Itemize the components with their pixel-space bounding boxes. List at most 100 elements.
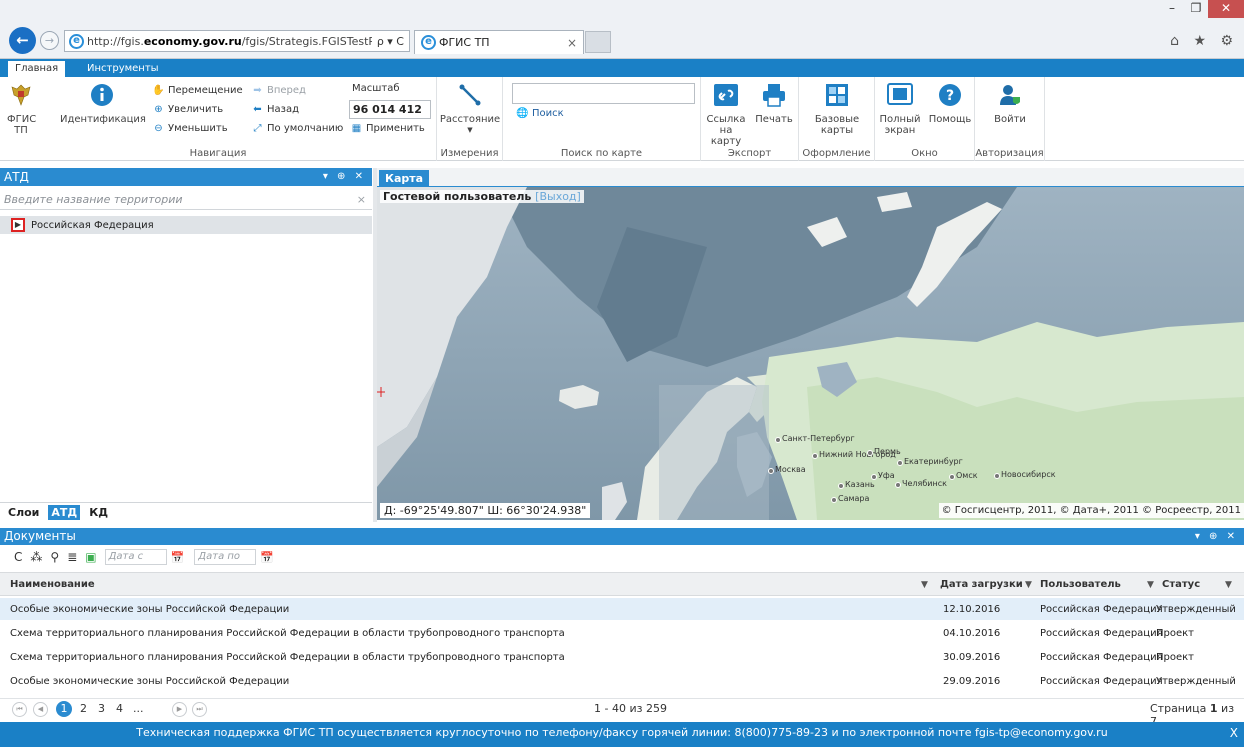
tab-layers[interactable]: Слои bbox=[5, 505, 42, 520]
search-button[interactable]: 🌐 Поиск bbox=[516, 108, 563, 119]
arrow-right-icon: ➡ bbox=[253, 85, 262, 96]
zoom-in-icon: ⊕ bbox=[154, 104, 163, 115]
calendar-icon[interactable]: 📅 bbox=[171, 551, 185, 564]
zoom-in-button[interactable]: ⊕ Увеличить bbox=[152, 104, 223, 115]
expand-icon[interactable]: ▶ bbox=[11, 218, 25, 232]
tab-close-icon[interactable]: × bbox=[567, 36, 583, 50]
back-nav-button[interactable]: ⬅ Назад bbox=[251, 104, 299, 115]
map-search-input[interactable] bbox=[512, 83, 695, 104]
auth-group: Войти Авторизация bbox=[975, 77, 1045, 161]
column-name[interactable]: Наименование bbox=[10, 573, 95, 597]
basemaps-button[interactable]: Базовые карты bbox=[803, 83, 871, 136]
page-1[interactable]: 1 bbox=[56, 701, 72, 717]
tab-main[interactable]: Главная bbox=[8, 61, 66, 77]
back-button[interactable]: ← bbox=[9, 27, 36, 54]
cell-status: Утвержденный bbox=[1156, 604, 1236, 615]
tree-item-russia[interactable]: ▶ Российская Федерация bbox=[0, 216, 372, 234]
coordinates-readout: Д: -69°25'49.807" Ш: 66°30'24.938" bbox=[380, 503, 591, 518]
design-group-label: Оформление bbox=[802, 148, 871, 159]
table-row[interactable]: Особые экономические зоны Российской Фед… bbox=[0, 670, 1244, 692]
filter-icon[interactable]: ▼ bbox=[1225, 580, 1232, 590]
ruler-icon bbox=[459, 84, 481, 106]
documents-panel-title: Документы bbox=[4, 529, 76, 543]
guest-user-label: Гостевой пользователь [Выход] bbox=[380, 190, 584, 203]
cell-status: Проект bbox=[1156, 652, 1195, 663]
table-row[interactable]: Особые экономические зоны Российской Фед… bbox=[0, 598, 1244, 620]
auth-group-label: Авторизация bbox=[975, 148, 1044, 159]
address-tools[interactable]: ρ ▾ C bbox=[372, 35, 409, 48]
tab-tools[interactable]: Инструменты bbox=[80, 61, 166, 77]
list-icon[interactable]: ≣ bbox=[67, 550, 77, 564]
close-window-button[interactable]: ✕ bbox=[1208, 0, 1244, 18]
browser-tab[interactable]: e ФГИС ТП × bbox=[414, 30, 584, 54]
chevron-down-icon: ▼ bbox=[467, 126, 473, 134]
zoom-out-button[interactable]: ⊖ Уменьшить bbox=[152, 123, 227, 134]
column-upload-date[interactable]: Дата загрузки bbox=[940, 573, 1023, 597]
table-row[interactable]: Схема территориального планирования Росс… bbox=[0, 646, 1244, 668]
next-page-button[interactable]: ▶ bbox=[172, 702, 187, 717]
filter-icon[interactable]: ▼ bbox=[1025, 580, 1032, 590]
cell-status: Проект bbox=[1156, 628, 1195, 639]
cell-user: Российская Федерация bbox=[1040, 676, 1163, 687]
forward-button[interactable]: → bbox=[40, 31, 59, 50]
table-row[interactable]: Схема территориального планирования Росс… bbox=[0, 622, 1244, 644]
tab-map[interactable]: Карта bbox=[379, 170, 430, 187]
page-more[interactable]: ... bbox=[133, 702, 144, 715]
address-bar[interactable]: e http://fgis.economy.gov.ru/fgis/Strate… bbox=[64, 30, 410, 52]
maximize-button[interactable]: ❐ bbox=[1184, 0, 1208, 18]
tree-item-label: Российская Федерация bbox=[31, 219, 154, 231]
documents-panel-controls[interactable]: ▾ ⊕ ✕ bbox=[1195, 528, 1238, 545]
search-icon[interactable]: ⚲ bbox=[50, 550, 59, 564]
date-to-input[interactable]: Дата по bbox=[194, 549, 257, 565]
filter-icon[interactable]: ▼ bbox=[921, 580, 928, 590]
pan-button[interactable]: ✋ Перемещение bbox=[152, 85, 242, 96]
page-2[interactable]: 2 bbox=[80, 702, 87, 715]
calendar-icon[interactable]: 📅 bbox=[260, 551, 274, 564]
printer-icon bbox=[763, 84, 785, 107]
city-label: Самара bbox=[830, 494, 870, 503]
first-page-button[interactable]: ⏮ bbox=[12, 702, 27, 717]
pagination: ⏮ ◀ 1 2 3 4 ... ▶ ⏭ 1 - 40 из 259 Страни… bbox=[0, 698, 1244, 728]
map-link-button[interactable]: Ссылка на карту bbox=[703, 83, 749, 147]
login-button[interactable]: Войти bbox=[979, 83, 1041, 125]
refresh-icon[interactable]: C bbox=[14, 550, 22, 564]
atd-panel-header: АТД ▾ ⊕ ✕ bbox=[0, 168, 372, 186]
print-button[interactable]: Печать bbox=[751, 83, 797, 125]
default-extent-button[interactable]: ⤢ По умолчанию bbox=[251, 123, 344, 134]
browser-toolbar-icons[interactable]: ⌂ ★ ⚙ bbox=[1170, 33, 1238, 49]
minimize-button[interactable]: – bbox=[1160, 0, 1184, 18]
territory-search-input[interactable]: Введите название территории × bbox=[0, 190, 372, 210]
forward-nav-button[interactable]: ➡ Вперед bbox=[251, 85, 306, 96]
date-from-input[interactable]: Дата с bbox=[104, 549, 167, 565]
prev-page-button[interactable]: ◀ bbox=[33, 702, 48, 717]
atd-panel-controls[interactable]: ▾ ⊕ ✕ bbox=[323, 168, 366, 186]
fgis-logo-button[interactable]: ФГИС ТП bbox=[6, 83, 36, 136]
clear-search-icon[interactable]: × bbox=[357, 190, 366, 210]
hierarchy-icon[interactable]: ⁂ bbox=[30, 550, 42, 564]
page-3[interactable]: 3 bbox=[98, 702, 105, 715]
city-label: Москва bbox=[768, 465, 806, 474]
city-label: Омск bbox=[949, 471, 978, 480]
distance-button[interactable]: Расстояние ▼ bbox=[439, 83, 501, 136]
help-button[interactable]: ? Помощь bbox=[927, 83, 973, 125]
logout-link[interactable]: [Выход] bbox=[535, 190, 581, 203]
filter-icon[interactable]: ▼ bbox=[1147, 580, 1154, 590]
close-footer-icon[interactable]: X bbox=[1230, 722, 1238, 744]
tab-atd[interactable]: АТД bbox=[48, 505, 81, 520]
identify-button[interactable]: Идентификация bbox=[60, 83, 146, 125]
map-view[interactable]: Гостевой пользователь [Выход] Санкт-Пете… bbox=[377, 187, 1244, 520]
new-tab-button[interactable] bbox=[585, 31, 611, 53]
support-footer: Техническая поддержка ФГИС ТП осуществля… bbox=[0, 722, 1244, 747]
tab-kd[interactable]: КД bbox=[86, 505, 111, 520]
export-icon[interactable]: ▣ bbox=[85, 550, 96, 564]
cell-name: Схема территориального планирования Росс… bbox=[10, 628, 565, 639]
documents-toolbar: C ⁂ ⚲ ≣ ▣ Дата с 📅 Дата по 📅 bbox=[0, 545, 1244, 569]
fullscreen-button[interactable]: Полный экран bbox=[877, 83, 923, 136]
page-4[interactable]: 4 bbox=[116, 702, 123, 715]
apply-icon: ▦ bbox=[351, 123, 362, 134]
last-page-button[interactable]: ⏭ bbox=[192, 702, 207, 717]
apply-scale-button[interactable]: ▦ Применить bbox=[350, 123, 425, 134]
column-user[interactable]: Пользователь bbox=[1040, 573, 1121, 597]
scale-input[interactable]: 96 014 412 bbox=[349, 100, 431, 119]
column-status[interactable]: Статус bbox=[1162, 573, 1200, 597]
